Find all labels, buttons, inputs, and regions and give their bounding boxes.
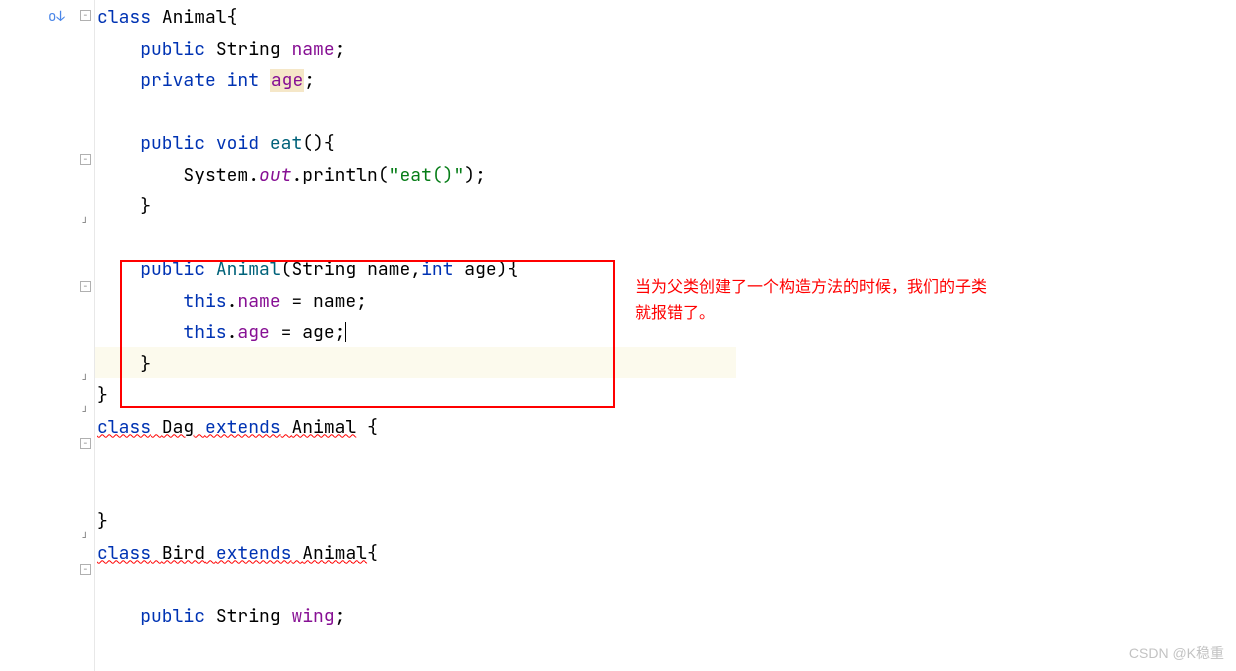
fold-icon[interactable]: − [80, 281, 91, 292]
fold-end-icon[interactable]: ┘ [80, 375, 91, 386]
code-line [97, 223, 1234, 255]
code-line [97, 443, 1234, 475]
code-line: public void eat(){ [97, 128, 1234, 160]
code-line [97, 475, 1234, 507]
code-line [97, 97, 1234, 129]
code-line: class Animal{ [97, 2, 1234, 34]
fold-icon[interactable]: − [80, 10, 91, 21]
code-line: } [97, 191, 1234, 223]
annotation-text: 当为父类创建了一个构造方法的时候，我们的子类 就报错了。 [635, 273, 987, 324]
code-line: } [97, 349, 1234, 381]
fold-icon[interactable]: − [80, 154, 91, 165]
fold-icon[interactable]: − [80, 438, 91, 449]
fold-icon[interactable]: − [80, 564, 91, 575]
code-line [97, 569, 1234, 601]
code-area[interactable]: 当为父类创建了一个构造方法的时候，我们的子类 就报错了。 class Anima… [95, 0, 1236, 671]
code-line: private int age; [97, 65, 1234, 97]
override-icon[interactable]: o↓ [48, 8, 65, 26]
annotation-line1: 当为父类创建了一个构造方法的时候，我们的子类 [635, 273, 987, 299]
code-line: } [97, 506, 1234, 538]
code-line: public String name; [97, 34, 1234, 66]
annotation-line2: 就报错了。 [635, 299, 987, 325]
code-line: class Bird extends Animal{ [97, 538, 1234, 570]
fold-end-icon[interactable]: ┘ [80, 533, 91, 544]
code-line: public String wing; [97, 601, 1234, 633]
gutter: o↓ − − ┘ − ┘ ┘ − ┘ − [0, 0, 95, 671]
text-cursor [345, 322, 346, 342]
editor-container: o↓ − − ┘ − ┘ ┘ − ┘ − 当为父类创建了一个构造方法的时候，我们… [0, 0, 1236, 671]
watermark: CSDN @K稳重 [1129, 643, 1224, 663]
fold-end-icon[interactable]: ┘ [80, 218, 91, 229]
code-line: } [97, 380, 1234, 412]
code-line: System.out.println("eat()"); [97, 160, 1234, 192]
code-line: class Dag extends Animal { [97, 412, 1234, 444]
fold-end-icon[interactable]: ┘ [80, 407, 91, 418]
